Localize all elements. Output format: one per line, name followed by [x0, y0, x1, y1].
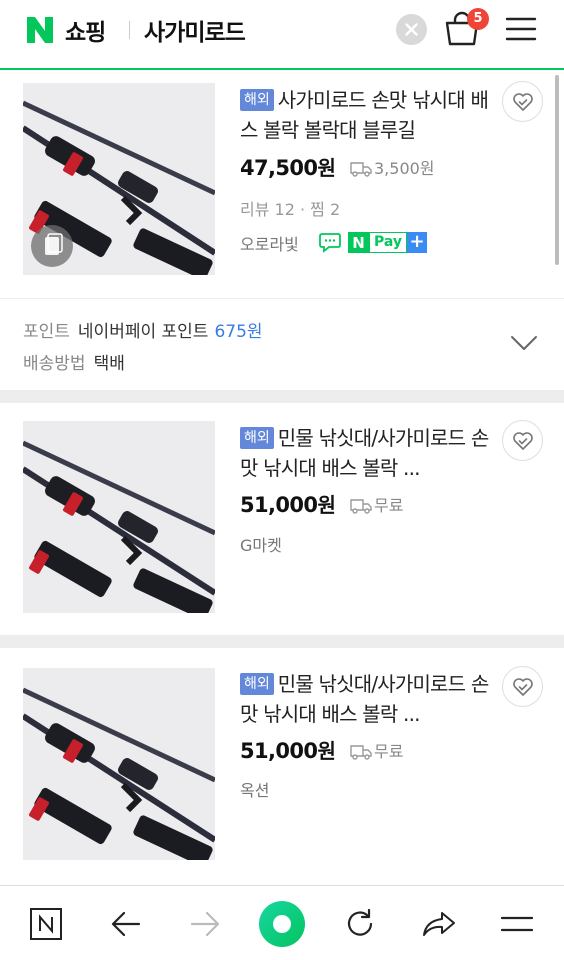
- back-button[interactable]: [98, 886, 154, 960]
- share-icon: [423, 911, 455, 936]
- product-card[interactable]: 해외 사가미로드 손맛 낚시대 배스 볼락 볼락대 블루길 47,500원 3,5…: [0, 72, 564, 298]
- naver-home-icon: [30, 907, 62, 940]
- overseas-tag: 해외: [240, 673, 274, 695]
- price-row: 51,000원 무료: [240, 489, 470, 521]
- truck-icon: [350, 745, 372, 760]
- search-query[interactable]: 사가미로드: [144, 13, 246, 47]
- delivery-row: 배송방법 택배: [23, 354, 125, 374]
- menu-button[interactable]: [505, 16, 537, 42]
- product-price: 51,000원: [240, 493, 336, 517]
- truck-icon: [350, 162, 372, 177]
- fishing-rod-image: [23, 421, 215, 613]
- share-button[interactable]: [411, 886, 467, 960]
- product-title[interactable]: 해외 사가미로드 손맛 낚시대 배스 볼락 볼락대 블루길: [240, 85, 495, 145]
- product-price: 51,000원: [240, 739, 336, 763]
- forward-arrow-icon: [190, 911, 220, 936]
- zzim-button[interactable]: [502, 420, 543, 461]
- product-image[interactable]: [23, 668, 215, 860]
- npay-badge: N Pay +: [348, 232, 428, 253]
- truck-icon: [350, 499, 372, 514]
- header-divider: [129, 21, 130, 39]
- fishing-rod-image: [23, 668, 215, 860]
- shipping-fee: 무료: [350, 492, 403, 516]
- scrollbar[interactable]: [555, 75, 559, 265]
- price-row: 51,000원 무료: [240, 735, 470, 767]
- product-title-text: 민물 낚싯대/사가미로드 손맛 낚시대 배스 볼락 ...: [240, 426, 489, 480]
- chevron-down-icon[interactable]: [510, 335, 538, 351]
- zzim-button[interactable]: [502, 666, 543, 707]
- heart-icon: [513, 678, 533, 696]
- heart-icon: [513, 432, 533, 450]
- product-image[interactable]: [23, 421, 215, 613]
- reload-button[interactable]: [332, 886, 388, 960]
- shipping-fee: 3,500원: [350, 155, 435, 179]
- section-separator: [0, 635, 564, 648]
- product-price: 47,500원: [240, 156, 336, 180]
- product-card[interactable]: 해외 민물 낚싯대/사가미로드 손맛 낚시대 배스 볼락 ... 51,000원 …: [0, 403, 564, 635]
- product-card[interactable]: 해외 민물 낚싯대/사가미로드 손맛 낚시대 배스 볼락 ... 51,000원 …: [0, 648, 564, 884]
- naver-logo[interactable]: [24, 14, 56, 46]
- back-arrow-icon: [111, 911, 141, 936]
- point-row: 포인트 네이버페이 포인트 675원: [23, 322, 263, 342]
- shipping-fee: 무료: [350, 738, 403, 762]
- seller-name[interactable]: G마켓: [240, 532, 282, 556]
- clear-search-button[interactable]: [396, 14, 427, 45]
- home-button[interactable]: [18, 886, 74, 960]
- product-title[interactable]: 해외 민물 낚싯대/사가미로드 손맛 낚시대 배스 볼락 ...: [240, 669, 495, 729]
- seller-name[interactable]: 오로라빛: [240, 231, 299, 255]
- seller-name[interactable]: 옥션: [240, 777, 269, 801]
- reload-icon: [347, 908, 373, 936]
- product-title-text: 사가미로드 손맛 낚시대 배스 볼락 볼락대 블루길: [240, 88, 489, 142]
- green-dot-button[interactable]: [254, 886, 310, 960]
- product-title[interactable]: 해외 민물 낚싯대/사가미로드 손맛 낚시대 배스 볼락 ...: [240, 423, 495, 483]
- zzim-button[interactable]: [502, 81, 543, 122]
- section-separator: [0, 390, 564, 403]
- info-section[interactable]: 포인트 네이버페이 포인트 675원 배송방법 택배: [0, 298, 564, 390]
- overseas-tag: 해외: [240, 89, 274, 111]
- toolbar-menu-button[interactable]: [489, 886, 545, 960]
- browser-toolbar: [0, 885, 564, 960]
- overseas-tag: 해외: [240, 427, 274, 449]
- price-row: 47,500원 3,500원: [240, 152, 470, 184]
- compare-icon[interactable]: [31, 225, 73, 267]
- menu-icon: [501, 916, 533, 931]
- talk-icon[interactable]: [319, 232, 341, 253]
- service-title[interactable]: 쇼핑: [65, 13, 106, 47]
- menu-icon: [505, 17, 537, 41]
- close-icon: [405, 23, 418, 36]
- forward-button[interactable]: [177, 886, 233, 960]
- heart-icon: [513, 93, 533, 111]
- review-zzim: 리뷰 12 · 찜 2: [240, 200, 341, 219]
- header: 쇼핑 사가미로드 5: [0, 0, 564, 70]
- cart-count-badge: 5: [467, 8, 489, 30]
- product-title-text: 민물 낚싯대/사가미로드 손맛 낚시대 배스 볼락 ...: [240, 672, 489, 726]
- green-dot-icon: [259, 900, 305, 947]
